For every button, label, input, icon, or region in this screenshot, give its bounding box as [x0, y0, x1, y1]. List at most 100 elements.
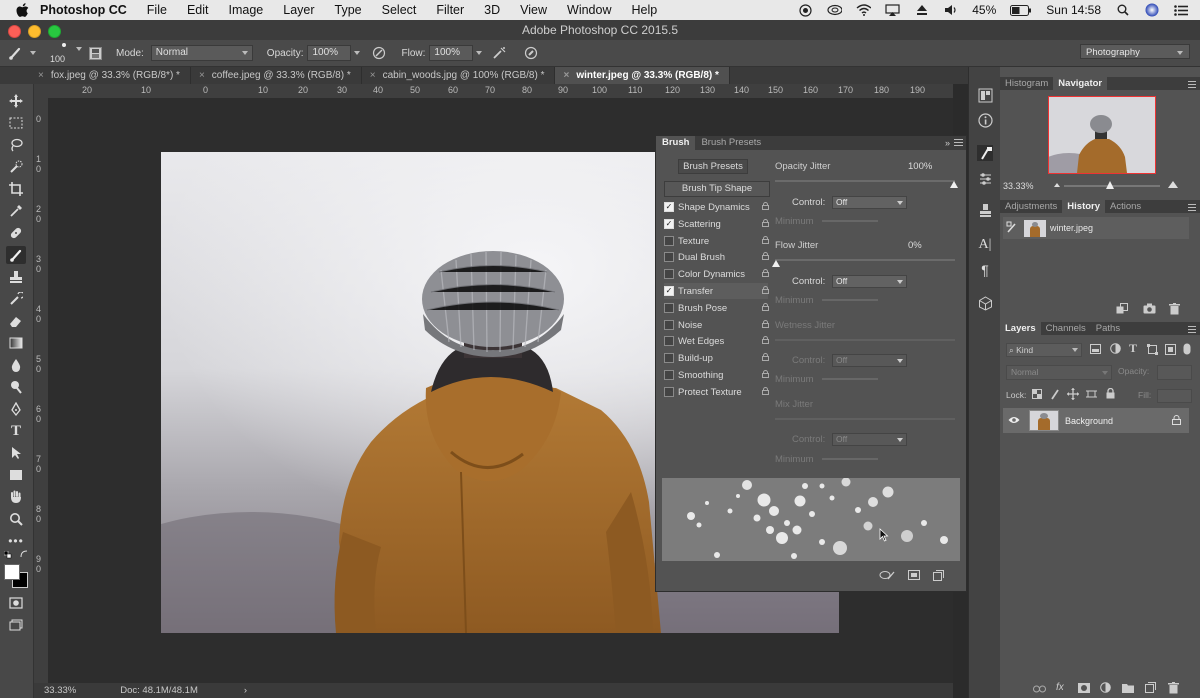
navigator-thumbnail[interactable]: [1048, 96, 1156, 174]
hand-tool-icon[interactable]: [6, 488, 26, 506]
foreground-color-swatch[interactable]: [4, 564, 20, 580]
move-tool-icon[interactable]: [6, 92, 26, 110]
link-layers-icon[interactable]: [1033, 684, 1046, 696]
brush-presets-button[interactable]: Brush Presets: [678, 159, 748, 174]
lock-image-pixels-icon[interactable]: [1050, 388, 1060, 403]
swap-colors-icon[interactable]: [20, 549, 28, 558]
eject-icon[interactable]: [914, 4, 929, 17]
tab-channels[interactable]: Channels: [1041, 322, 1091, 335]
default-colors-icon[interactable]: [3, 550, 12, 559]
menu-edit[interactable]: Edit: [187, 3, 209, 17]
lock-icon[interactable]: [762, 236, 769, 244]
document-tab[interactable]: × coffee.jpeg @ 33.3% (RGB/8) *: [191, 67, 362, 84]
checkbox[interactable]: [664, 269, 674, 279]
close-tab-icon[interactable]: ×: [199, 70, 205, 81]
notification-center-icon[interactable]: [1173, 4, 1188, 17]
document-tab[interactable]: × fox.jpeg @ 33.3% (RGB/8*) *: [0, 67, 191, 84]
crop-tool-icon[interactable]: [6, 180, 26, 198]
creative-cloud-icon[interactable]: [827, 4, 843, 17]
paragraph-panel-icon[interactable]: ¶: [977, 262, 993, 278]
new-document-from-state-icon[interactable]: [1116, 303, 1128, 317]
opacity-input[interactable]: 100%: [307, 45, 361, 61]
quick-mask-icon[interactable]: [6, 594, 26, 612]
checkbox[interactable]: [664, 370, 674, 380]
zoom-out-icon[interactable]: [1054, 183, 1060, 187]
airplay-icon[interactable]: [885, 3, 900, 17]
tab-brush-presets[interactable]: Brush Presets: [695, 136, 767, 150]
panel-menu-icon[interactable]: [954, 138, 963, 149]
status-arrow-icon[interactable]: ›: [244, 685, 247, 696]
lock-icon[interactable]: [762, 252, 769, 260]
apple-icon[interactable]: [14, 2, 30, 18]
lock-icon[interactable]: [762, 202, 769, 210]
pressure-opacity-icon[interactable]: [371, 45, 387, 61]
layer-row-background[interactable]: Background: [1003, 408, 1189, 433]
lock-icon[interactable]: [762, 219, 769, 227]
menu-app-name[interactable]: Photoshop CC: [40, 3, 127, 17]
healing-brush-tool-icon[interactable]: [6, 224, 26, 242]
lock-icon[interactable]: [762, 387, 769, 395]
document-tab-active[interactable]: × winter.jpeg @ 33.3% (RGB/8) *: [555, 67, 730, 84]
lasso-tool-icon[interactable]: [6, 136, 26, 154]
lock-artboard-icon[interactable]: [1086, 389, 1097, 402]
opacity-jitter-slider-handle[interactable]: [950, 181, 958, 188]
menu-3d[interactable]: 3D: [484, 3, 500, 17]
brush-option-build-up[interactable]: Build-up: [664, 350, 769, 366]
lock-position-icon[interactable]: [1067, 388, 1079, 403]
brush-panel-icon[interactable]: [977, 145, 993, 161]
brush-presets-icon[interactable]: [977, 170, 993, 186]
brush-option-smoothing[interactable]: Smoothing: [664, 367, 769, 383]
status-zoom[interactable]: 33.33%: [44, 685, 76, 696]
checkbox[interactable]: ✓: [664, 202, 674, 212]
brush-option-shape-dynamics[interactable]: ✓ Shape Dynamics: [664, 199, 769, 215]
new-group-icon[interactable]: [1122, 683, 1134, 696]
lock-icon[interactable]: [762, 370, 769, 378]
collapse-panel-icon[interactable]: »: [945, 138, 950, 148]
history-brush-tool-icon[interactable]: [6, 290, 26, 308]
checkbox[interactable]: [664, 387, 674, 397]
lock-all-icon[interactable]: [1106, 387, 1115, 402]
history-snapshot-row[interactable]: winter.jpeg: [1003, 217, 1189, 239]
brush-projection-icon[interactable]: [908, 570, 920, 583]
opacity-control-select[interactable]: Off: [832, 196, 907, 209]
filter-pixel-layers-icon[interactable]: [1090, 344, 1101, 357]
create-snapshot-icon[interactable]: [1143, 303, 1156, 317]
checkbox[interactable]: [664, 252, 674, 262]
menu-type[interactable]: Type: [335, 3, 362, 17]
lock-icon[interactable]: [762, 353, 769, 361]
battery-icon[interactable]: [1010, 4, 1032, 17]
create-new-brush-icon[interactable]: [933, 570, 944, 584]
path-selection-tool-icon[interactable]: [6, 444, 26, 462]
brush-option-wet-edges[interactable]: Wet Edges: [664, 333, 769, 349]
checkbox[interactable]: ✓: [664, 286, 674, 296]
type-tool-icon[interactable]: T: [6, 422, 26, 440]
panel-menu-icon[interactable]: [1188, 325, 1196, 333]
menu-file[interactable]: File: [147, 3, 167, 17]
flow-input[interactable]: 100%: [429, 45, 483, 61]
checkbox[interactable]: [664, 303, 674, 313]
toggle-live-tip-icon[interactable]: [879, 570, 895, 583]
lock-icon[interactable]: [762, 320, 769, 328]
edit-toolbar-icon[interactable]: •••: [6, 532, 26, 550]
close-tab-icon[interactable]: ×: [563, 70, 569, 81]
pressure-size-icon[interactable]: [523, 45, 539, 61]
info-icon[interactable]: [977, 112, 993, 128]
brush-option-scattering[interactable]: ✓ Scattering: [664, 216, 769, 232]
lock-icon[interactable]: [762, 269, 769, 277]
flow-jitter-slider[interactable]: [775, 259, 955, 261]
layer-visibility-eye-icon[interactable]: [1008, 416, 1020, 426]
flow-jitter-value[interactable]: 0%: [908, 240, 922, 251]
layer-style-icon[interactable]: fx: [1056, 682, 1064, 693]
navigator-zoom-slider-handle[interactable]: [1106, 181, 1114, 189]
lock-icon[interactable]: [762, 336, 769, 344]
brush-option-color-dynamics[interactable]: Color Dynamics: [664, 266, 769, 282]
menu-image[interactable]: Image: [229, 3, 264, 17]
brush-option-protect-texture[interactable]: Protect Texture: [664, 384, 769, 400]
close-tab-icon[interactable]: ×: [370, 70, 376, 81]
blur-tool-icon[interactable]: [6, 356, 26, 374]
brush-option-texture[interactable]: Texture: [664, 233, 769, 249]
menubar-clock[interactable]: Sun 14:58: [1046, 3, 1101, 17]
layer-name[interactable]: Background: [1065, 416, 1113, 426]
new-layer-icon[interactable]: [1145, 682, 1156, 696]
tab-brush[interactable]: Brush: [656, 136, 696, 150]
